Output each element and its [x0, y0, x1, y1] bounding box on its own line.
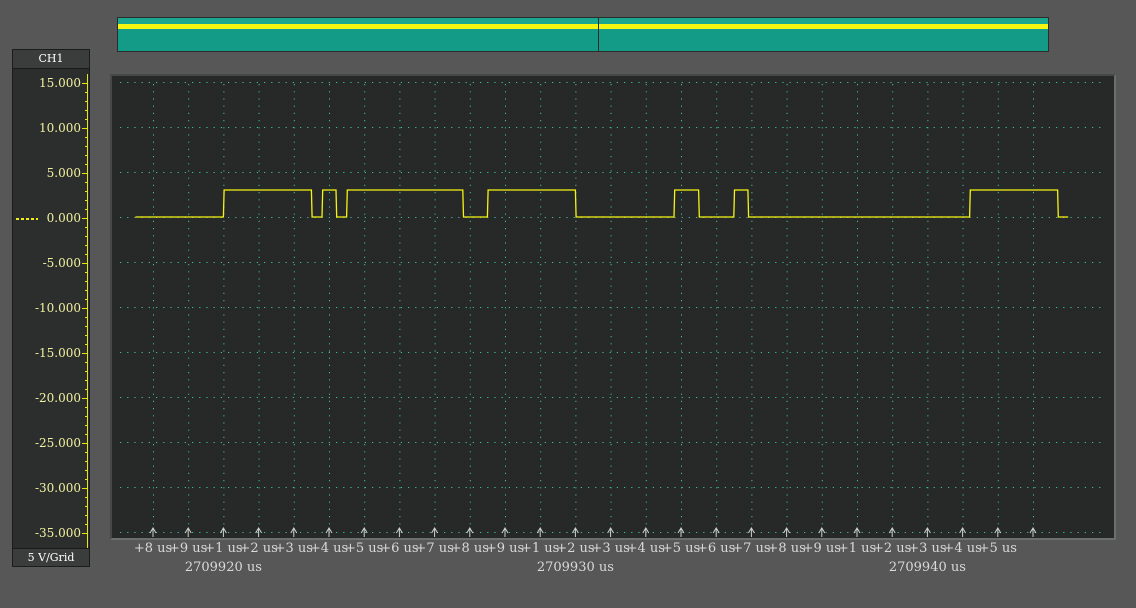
y-axis-tick [85, 92, 88, 93]
x-axis-tick-label: +1 us [204, 541, 243, 556]
y-axis-tick [85, 380, 88, 381]
zero-level-marker[interactable] [16, 218, 38, 220]
x-axis-tick-label: +2 us [239, 541, 278, 556]
y-axis-tick [82, 83, 88, 84]
x-axis-tick-label: +4 us [309, 541, 349, 556]
x-axis-tick-label: +9 us [169, 541, 208, 556]
x-axis-tick-label: +5 us [978, 541, 1017, 556]
x-axis-tick-label: +1 us [837, 541, 877, 556]
y-axis-tick [85, 344, 88, 345]
y-axis-tick [85, 254, 88, 255]
y-axis-tick [85, 119, 88, 120]
y-axis-tick [85, 290, 88, 291]
x-axis-tick-label: +6 us [380, 541, 419, 556]
x-axis-tick-label: +8 us [450, 541, 489, 556]
y-axis-tick [85, 479, 88, 480]
y-axis-label: 5.000 [46, 166, 81, 180]
y-axis-tick [82, 533, 88, 534]
waveform-svg [120, 82, 1106, 537]
y-axis-tick [85, 452, 88, 453]
y-axis-label: -20.000 [34, 391, 81, 405]
y-axis-tick [85, 155, 88, 156]
y-axis-tick [85, 470, 88, 471]
x-axis-tick-label: +4 us [943, 541, 982, 556]
x-axis-tick-label: +7 us [732, 541, 771, 556]
volts-per-grid[interactable]: 5 V/Grid [13, 548, 89, 566]
y-axis-tick [85, 299, 88, 300]
x-axis-tick-label: +9 us [485, 541, 525, 556]
y-axis-label: -35.000 [34, 526, 81, 540]
y-axis-label: -25.000 [34, 436, 81, 450]
y-axis-tick [85, 389, 88, 390]
y-axis-label: -10.000 [34, 301, 81, 315]
y-axis-tick [82, 353, 88, 354]
channel-name[interactable]: CH1 [13, 50, 89, 69]
y-axis-label: 10.000 [39, 121, 81, 135]
x-axis-tick-label: +5 us [661, 541, 701, 556]
y-axis-tick [85, 416, 88, 417]
y-axis-tick [85, 146, 88, 147]
y-axis-tick [85, 110, 88, 111]
overview-view-divider[interactable] [598, 18, 599, 51]
y-axis-label: -30.000 [34, 481, 81, 495]
x-axis-base-label: 2709920 us [184, 560, 262, 575]
y-axis-tick [85, 371, 88, 372]
y-axis-tick [85, 281, 88, 282]
x-axis-tick-label: +6 us [697, 541, 736, 556]
y-axis-tick [82, 173, 88, 174]
x-axis-tick-label: +2 us [556, 541, 595, 556]
x-axis-tick-label: +8 us [767, 541, 806, 556]
y-axis-tick [85, 506, 88, 507]
x-axis-tick-label: +2 us [873, 541, 912, 556]
y-axis-tick [85, 209, 88, 210]
x-axis-tick-label: +8 us [133, 541, 173, 556]
y-axis-tick [85, 497, 88, 498]
y-axis-label: 15.000 [39, 76, 81, 90]
y-axis-tick [85, 515, 88, 516]
overview-trace [118, 24, 1048, 29]
y-axis-tick [82, 263, 88, 264]
waveform-trace [135, 189, 1069, 218]
x-axis-tick-label: +3 us [591, 541, 630, 556]
y-axis-tick [85, 191, 88, 192]
x-axis-tick-label: +7 us [415, 541, 454, 556]
y-axis-tick [85, 434, 88, 435]
y-axis-tick [82, 443, 88, 444]
x-axis-tick-label: +5 us [345, 541, 384, 556]
y-axis-tick [85, 236, 88, 237]
y-axis-tick [82, 218, 88, 219]
y-axis-tick [85, 317, 88, 318]
y-axis-tick [85, 524, 88, 525]
y-axis-label: -5.000 [42, 256, 81, 270]
x-axis-tick-label: +3 us [274, 541, 313, 556]
y-axis-tick [85, 425, 88, 426]
y-axis-label: -15.000 [34, 346, 81, 360]
y-axis-tick [85, 245, 88, 246]
y-axis-tick [85, 101, 88, 102]
y-axis-tick [82, 128, 88, 129]
y-axis-tick [85, 272, 88, 273]
y-axis-tick [82, 398, 88, 399]
x-axis-base-label: 2709940 us [888, 560, 966, 575]
y-axis-tick [85, 335, 88, 336]
y-axis-tick [82, 308, 88, 309]
y-axis-tick [85, 164, 88, 165]
x-axis-tick-label: +9 us [802, 541, 841, 556]
x-axis-tick-label: +4 us [626, 541, 665, 556]
x-axis-tick-label: +1 us [521, 541, 560, 556]
y-axis-tick [85, 137, 88, 138]
y-axis-tick [85, 362, 88, 363]
y-axis-tick [85, 407, 88, 408]
overview-strip[interactable] [117, 17, 1049, 52]
x-axis-base-label: 2709930 us [536, 560, 614, 575]
y-axis-tick [85, 461, 88, 462]
channel-scale-panel: CH1 15.000 10.000 5.000 0.000 -5.000 -10.000-… [12, 49, 90, 567]
y-axis-tick [85, 182, 88, 183]
y-axis-tick [82, 488, 88, 489]
waveform-plot[interactable] [110, 74, 1116, 540]
y-axis-tick [85, 200, 88, 201]
y-axis-tick [85, 227, 88, 228]
y-axis-tick [85, 326, 88, 327]
x-axis-tick-label: +3 us [908, 541, 947, 556]
